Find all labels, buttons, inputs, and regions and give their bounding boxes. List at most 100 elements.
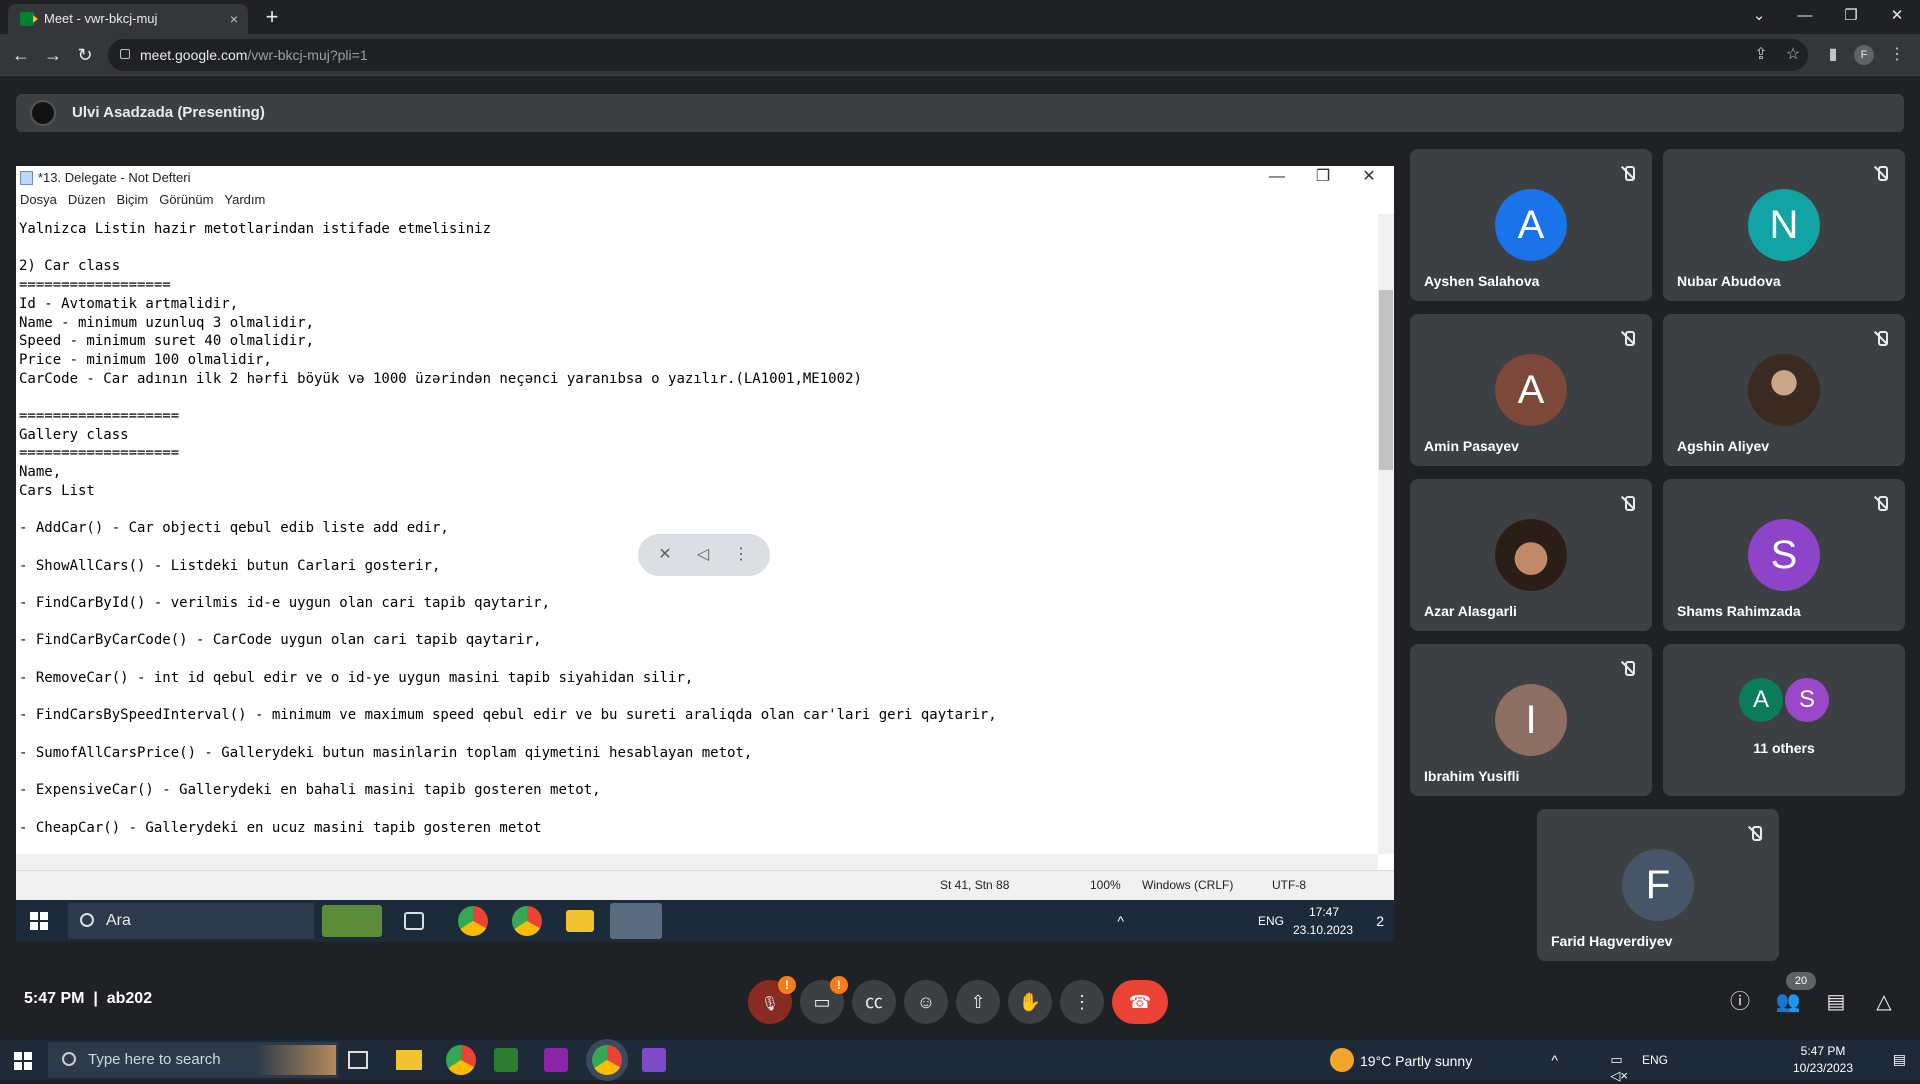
participant-tile[interactable]: A Amin Pasayev — [1410, 314, 1652, 466]
others-tile[interactable]: A S 11 others — [1663, 644, 1905, 796]
profile-avatar[interactable]: F — [1854, 45, 1874, 65]
notepad-line: - CheapCar() - Gallerydeki en ucuz masin… — [19, 819, 542, 836]
notepad-line: Cars List — [19, 482, 95, 499]
more-vert-icon: ⋮ — [1073, 992, 1091, 1012]
camera-icon: ▭ — [813, 992, 831, 1012]
participant-name: Shams Rahimzada — [1677, 603, 1801, 619]
notepad-line: - FindCarById() - verilmis id-e uygun ol… — [19, 595, 551, 612]
notepad-app-icon — [20, 171, 33, 185]
participant-tile[interactable]: I Ibrahim Yusifli — [1410, 644, 1652, 796]
notepad-line — [19, 650, 1378, 669]
menu-dosya[interactable]: Dosya — [20, 192, 57, 207]
file-explorer-icon[interactable] — [396, 1050, 422, 1070]
others-count-label: 11 others — [1753, 740, 1815, 756]
network-sound-icons[interactable]: ▭ ◁× — [1610, 1052, 1628, 1084]
meet-control-bar: 5:47 PM | ab202 🎙 ! ▭ ! ㏄ ☺ ⇧ ✋ ⋮ ☎ ⓘ 👥 … — [0, 966, 1920, 1036]
participant-avatar: A — [1495, 189, 1567, 261]
mute-audio-icon[interactable]: ◁ — [690, 542, 716, 568]
horizontal-scrollbar[interactable] — [16, 854, 1378, 870]
reload-icon[interactable]: ↻ — [70, 40, 100, 70]
mic-off-icon — [1616, 491, 1640, 515]
captions-button[interactable]: ㏄ — [852, 980, 896, 1024]
meeting-time: 5:47 PM — [24, 990, 85, 1007]
more-options-button[interactable]: ⋮ — [1060, 980, 1104, 1024]
tab-search-icon[interactable]: ⌄ — [1736, 0, 1782, 34]
side-panel-icon[interactable]: ▮ — [1820, 42, 1846, 68]
tray-clock-date: 23.10.2023 — [1292, 923, 1354, 937]
tray-chevron-icon[interactable]: ^ — [1551, 1052, 1558, 1068]
activities-icon[interactable]: △ — [1868, 986, 1900, 1018]
menu-bicim[interactable]: Biçim — [116, 192, 148, 207]
leave-call-button[interactable]: ☎ — [1112, 980, 1168, 1024]
visual-studio-icon[interactable] — [642, 1048, 666, 1072]
others-avatar: S — [1785, 678, 1829, 722]
notepad-line — [19, 613, 1378, 632]
participant-tile[interactable]: S Shams Rahimzada — [1663, 479, 1905, 631]
weather-icon — [1330, 1048, 1354, 1072]
mic-toggle-button[interactable]: 🎙 ! — [748, 976, 796, 1024]
notepad-minimize-button[interactable]: — — [1254, 166, 1300, 190]
menu-yardim[interactable]: Yardım — [224, 192, 265, 207]
people-icon[interactable]: 👥 20 — [1772, 972, 1816, 1018]
restore-button[interactable]: ❐ — [1828, 0, 1874, 34]
minimize-button[interactable]: — — [1782, 0, 1828, 34]
pin-off-icon[interactable]: ✕ — [652, 542, 678, 568]
close-window-button[interactable]: ✕ — [1874, 0, 1920, 34]
reactions-button[interactable]: ☺ — [904, 980, 948, 1024]
notepad-menubar: Dosya Düzen Biçim Görünüm Yardım — [16, 190, 1394, 210]
notepad-titlebar: *13. Delegate - Not Defteri — [16, 166, 1394, 190]
tab-close-icon[interactable]: × — [230, 4, 238, 34]
file-explorer-icon — [566, 910, 594, 932]
notepad-line: - FindCarByCarCode() - CarCode uygun ola… — [19, 632, 542, 649]
browser-menu-icon[interactable]: ⋮ — [1884, 42, 1910, 68]
participant-tile[interactable]: Azar Alasgarli — [1410, 479, 1652, 631]
bookmark-star-icon[interactable]: ☆ — [1780, 42, 1806, 68]
camera-toggle-button[interactable]: ▭ ! — [800, 976, 848, 1024]
chat-icon[interactable]: ▤ — [1820, 986, 1852, 1018]
notepad-line — [19, 688, 1378, 707]
tab-meet[interactable]: Meet - vwr-bkcj-muj × — [8, 4, 248, 34]
more-options-icon[interactable]: ⋮ — [728, 542, 754, 568]
notepad-line — [19, 501, 1378, 520]
notepad-restore-button[interactable]: ❐ — [1300, 166, 1346, 190]
participant-name: Nubar Abudova — [1677, 273, 1781, 289]
participant-tile[interactable]: Agshin Aliyev — [1663, 314, 1905, 466]
notepad-line: - SumofAllCarsPrice() - Gallerydeki butu… — [19, 744, 753, 761]
raise-hand-button[interactable]: ✋ — [1008, 980, 1052, 1024]
mic-off-icon — [1869, 161, 1893, 185]
notepad-line — [19, 239, 1378, 258]
people-count-badge: 20 — [1786, 972, 1816, 990]
back-arrow-icon[interactable]: ← — [6, 40, 36, 70]
presenter-avatar — [30, 100, 56, 126]
notepad-close-button[interactable]: ✕ — [1346, 166, 1392, 190]
vertical-scroll-thumb[interactable] — [1379, 290, 1393, 470]
participant-tile-self[interactable]: F Farid Hagverdiyev — [1537, 809, 1779, 961]
chrome-active-icon[interactable] — [592, 1045, 622, 1075]
shared-search-placeholder: Ara — [106, 912, 131, 929]
participant-tile[interactable]: A Ayshen Salahova — [1410, 149, 1652, 301]
host-language[interactable]: ENG — [1642, 1053, 1668, 1067]
meeting-code: ab202 — [106, 990, 153, 1007]
chrome-icon[interactable] — [446, 1045, 476, 1075]
menu-gorunum[interactable]: Görünüm — [159, 192, 213, 207]
app-icon[interactable] — [494, 1048, 518, 1072]
participant-tile[interactable]: N Nubar Abudova — [1663, 149, 1905, 301]
app-icon-2[interactable] — [544, 1048, 568, 1072]
notepad-statusbar: St 41, Stn 88 100% Windows (CRLF) UTF-8 — [16, 870, 1394, 900]
meeting-info-icon[interactable]: ⓘ — [1724, 986, 1756, 1018]
captions-icon: ㏄ — [865, 992, 883, 1012]
shared-search-box: Ara — [68, 903, 314, 939]
notepad-line: Price - minimum 100 olmalidir, — [19, 351, 272, 368]
participant-photo — [1495, 519, 1567, 591]
mic-off-icon — [1869, 326, 1893, 350]
menu-duzen[interactable]: Düzen — [68, 192, 106, 207]
task-view-icon[interactable] — [348, 1051, 368, 1069]
windows-start-icon[interactable] — [14, 1052, 32, 1070]
forward-arrow-icon[interactable]: → — [38, 40, 68, 70]
present-button[interactable]: ⇧ — [956, 980, 1000, 1024]
new-tab-button[interactable]: + — [258, 4, 286, 32]
address-bar[interactable]: meet.google.com/vwr-bkcj-muj?pli=1 — [108, 39, 1808, 71]
notification-icon[interactable]: ▤ — [1893, 1051, 1906, 1068]
notepad-line: Gallery class — [19, 426, 129, 443]
share-icon[interactable]: ⇪ — [1748, 42, 1774, 68]
